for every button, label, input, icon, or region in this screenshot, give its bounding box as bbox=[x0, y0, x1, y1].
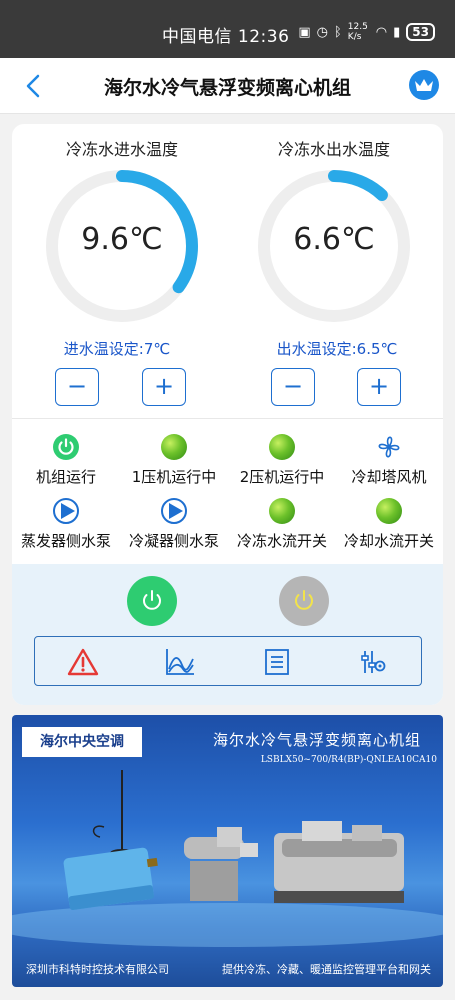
status-cooling-tower-fan: 冷却塔风机 bbox=[335, 432, 443, 487]
gauge-dial: 6.6℃ bbox=[254, 166, 414, 326]
status-compressor-1: 1压机运行中 bbox=[120, 432, 228, 487]
unit-control-card: 冷冻水进水温度 9.6℃ 冷冻水出水温度 6.6℃ 进水温设定:7℃ 出水温设定… bbox=[12, 124, 443, 705]
wifi-icon: ◠ bbox=[375, 24, 388, 40]
status-compressor-2: 2压机运行中 bbox=[228, 432, 336, 487]
app-header: 海尔水冷气悬浮变频离心机组 bbox=[0, 58, 455, 114]
banner-illustration bbox=[12, 770, 443, 947]
inlet-setpoint-label: 进水温设定:7℃ bbox=[63, 340, 171, 358]
power-icon bbox=[143, 590, 161, 610]
status-label: 2压机运行中 bbox=[239, 468, 325, 486]
green-indicator-icon bbox=[267, 496, 297, 526]
green-indicator-icon bbox=[374, 496, 404, 526]
status-evaporator-pump: 蒸发器侧水泵 bbox=[12, 496, 120, 551]
outlet-setpoint-label: 出水温设定:6.5℃ bbox=[276, 340, 398, 358]
banner-company: 深圳市科特时控技术有限公司 bbox=[26, 963, 169, 976]
alarm-button[interactable] bbox=[67, 646, 99, 678]
network-speed: 12.5 K/s bbox=[347, 22, 368, 42]
outlet-temp-gauge: 冷冻水出水温度 6.6℃ bbox=[234, 136, 434, 326]
inlet-decrease-button[interactable]: − bbox=[55, 368, 99, 406]
vip-crown-button[interactable] bbox=[409, 70, 439, 100]
sliders-settings-icon bbox=[361, 651, 386, 673]
outlet-decrease-button[interactable]: − bbox=[271, 368, 315, 406]
gauge-title: 冷冻水出水温度 bbox=[277, 140, 390, 159]
status-label: 机组运行 bbox=[35, 468, 96, 486]
control-panel bbox=[12, 564, 443, 705]
green-indicator-icon bbox=[267, 432, 297, 462]
gauge-value: 6.6℃ bbox=[293, 222, 375, 257]
status-icons: ▣ ◷ ᛒ 12.5 K/s ◠ ▮ 53 bbox=[298, 22, 435, 42]
power-on-icon bbox=[51, 432, 81, 462]
start-button[interactable] bbox=[127, 576, 177, 626]
records-list-button[interactable] bbox=[261, 646, 293, 678]
status-label: 冷冻水流开关 bbox=[236, 532, 327, 550]
stop-button[interactable] bbox=[279, 576, 329, 626]
gauge-dial: 9.6℃ bbox=[42, 166, 202, 326]
pump-icon bbox=[159, 496, 189, 526]
section-divider bbox=[12, 418, 443, 419]
status-unit-running: 机组运行 bbox=[12, 432, 120, 487]
page-title: 海尔水冷气悬浮变频离心机组 bbox=[103, 77, 351, 99]
signal-icon: ▮ bbox=[393, 24, 401, 40]
system-status-bar: 中国电信 12:36 ▣ ◷ ᛒ 12.5 K/s ◠ ▮ 53 bbox=[0, 0, 455, 58]
crown-icon bbox=[415, 79, 433, 91]
trend-chart-button[interactable] bbox=[164, 646, 196, 678]
list-icon bbox=[265, 649, 289, 675]
inlet-temp-gauge: 冷冻水进水温度 9.6℃ bbox=[22, 136, 222, 326]
power-icon bbox=[295, 590, 313, 610]
chart-icon bbox=[166, 649, 194, 675]
settings-button[interactable] bbox=[357, 646, 389, 678]
alarm-icon: ◷ bbox=[316, 24, 328, 40]
battery-indicator: 53 bbox=[406, 23, 435, 41]
function-toolbar bbox=[34, 636, 422, 686]
product-banner[interactable]: 海尔中央空调 海尔水冷气悬浮变频离心机组 LSBLX50~700/R4(BP)-… bbox=[12, 715, 443, 987]
bluetooth-icon: ᛒ bbox=[333, 24, 342, 40]
status-label: 蒸发器侧水泵 bbox=[20, 532, 111, 550]
warning-icon bbox=[67, 648, 99, 676]
fan-icon bbox=[374, 432, 404, 462]
status-condenser-pump: 冷凝器侧水泵 bbox=[120, 496, 228, 551]
status-label: 冷却水流开关 bbox=[343, 532, 434, 550]
gauge-value: 9.6℃ bbox=[81, 222, 163, 257]
status-chilled-flow-switch: 冷冻水流开关 bbox=[228, 496, 336, 551]
banner-slogan: 提供冷冻、冷藏、暖通监控管理平台和网关 bbox=[222, 963, 431, 976]
status-label: 冷凝器侧水泵 bbox=[128, 532, 219, 550]
green-indicator-icon bbox=[159, 432, 189, 462]
nfc-icon: ▣ bbox=[298, 24, 311, 40]
status-label: 冷却塔风机 bbox=[351, 468, 427, 486]
gauge-title: 冷冻水进水温度 bbox=[65, 140, 178, 159]
carrier-time: 中国电信 12:36 bbox=[162, 27, 290, 47]
pump-icon bbox=[51, 496, 81, 526]
status-label: 1压机运行中 bbox=[131, 468, 217, 486]
inlet-increase-button[interactable]: + bbox=[142, 368, 186, 406]
status-cooling-flow-switch: 冷却水流开关 bbox=[335, 496, 443, 551]
outlet-increase-button[interactable]: + bbox=[357, 368, 401, 406]
